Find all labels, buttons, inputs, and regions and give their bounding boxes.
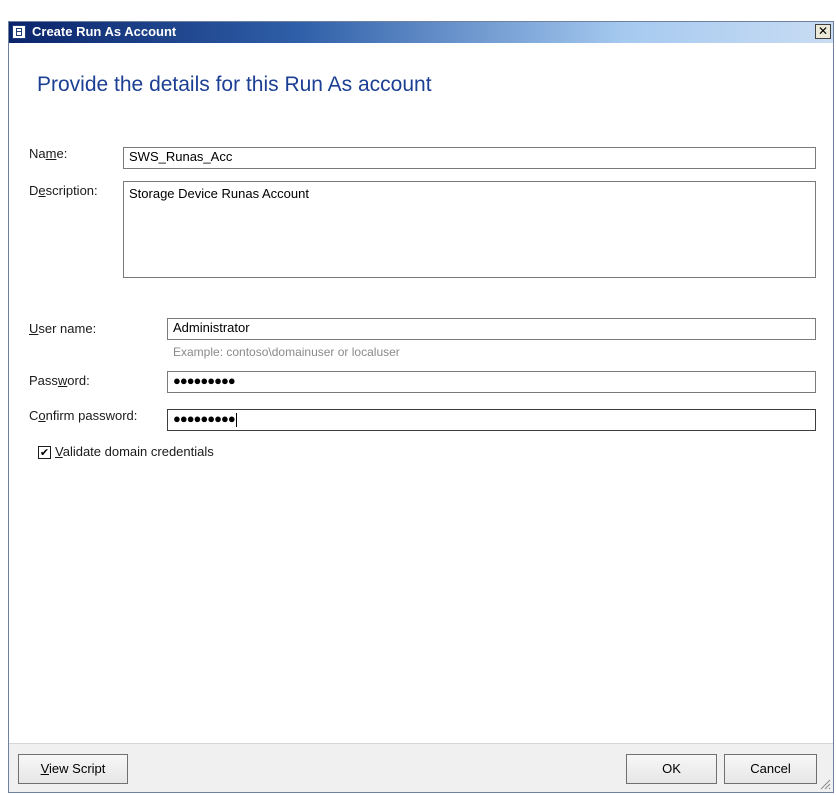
create-run-as-account-dialog: Create Run As Account ✕ Provide the deta… — [8, 21, 834, 793]
window-title: Create Run As Account — [32, 24, 177, 39]
close-button[interactable]: ✕ — [815, 24, 831, 39]
dialog-footer: View Script OK Cancel — [9, 743, 833, 792]
username-input[interactable]: Administrator — [167, 318, 816, 340]
text-cursor — [235, 412, 237, 427]
dialog-content: Provide the details for this Run As acco… — [9, 43, 833, 743]
description-textarea[interactable]: Storage Device Runas Account — [123, 181, 816, 278]
title-bar[interactable]: Create Run As Account ✕ — [9, 22, 833, 43]
password-input[interactable]: ●●●●●●●●● — [167, 371, 816, 393]
name-input[interactable]: SWS_Runas_Acc — [123, 147, 816, 169]
view-script-button[interactable]: View Script — [18, 754, 128, 784]
name-label: Name: — [29, 146, 68, 161]
resize-grip-icon[interactable] — [819, 778, 831, 790]
description-label: Description: — [29, 183, 98, 198]
confirm-password-label: Confirm password: — [29, 408, 138, 423]
page-title: Provide the details for this Run As acco… — [37, 73, 432, 96]
confirm-password-mask: ●●●●●●●●● — [173, 411, 236, 426]
validate-domain-credentials-label[interactable]: Validate domain credentials — [55, 444, 214, 459]
dialog-icon — [12, 25, 26, 39]
username-label: User name: — [29, 321, 97, 336]
validate-domain-credentials-checkbox[interactable]: ✔ — [38, 446, 51, 459]
password-mask: ●●●●●●●●● — [173, 373, 236, 388]
cancel-button[interactable]: Cancel — [724, 754, 817, 784]
password-label: Password: — [29, 373, 90, 388]
ok-button[interactable]: OK — [626, 754, 717, 784]
username-example-hint: Example: contoso\domainuser or localuser — [173, 345, 400, 359]
confirm-password-input[interactable]: ●●●●●●●●● — [167, 409, 816, 431]
